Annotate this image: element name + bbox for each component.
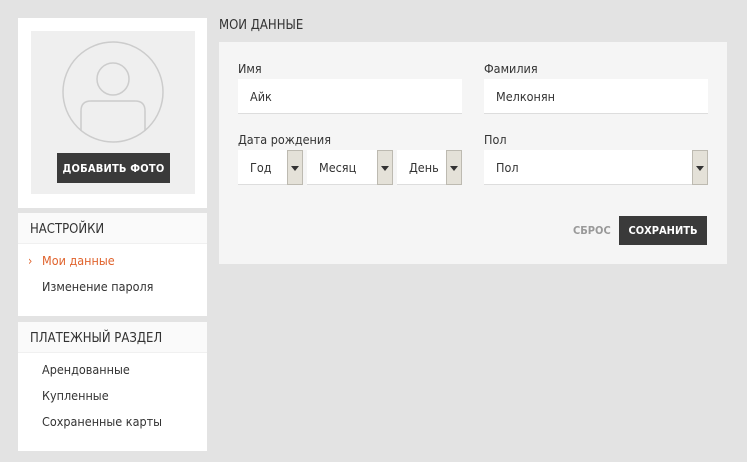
chevron-down-icon[interactable] [446, 150, 462, 185]
birth-date-label: Дата рождения [238, 132, 331, 147]
gender-value: Пол [496, 160, 519, 175]
birth-month-value: Месяц [319, 160, 357, 175]
settings-menu: НАСТРОЙКИ › Мои данные Изменение пароля [18, 213, 207, 316]
menu-item-label: Мои данные [42, 253, 115, 268]
chevron-down-icon[interactable] [692, 150, 708, 185]
chevron-right-icon: › [28, 254, 33, 268]
profile-photo-card: ДОБАВИТЬ ФОТО [18, 18, 207, 208]
menu-item-my-data[interactable]: › Мои данные [18, 251, 207, 277]
payments-menu: ПЛАТЕЖНЫЙ РАЗДЕЛ Арендованные Купленные … [18, 322, 207, 451]
birth-day-select[interactable]: День [397, 150, 462, 185]
settings-menu-title: НАСТРОЙКИ [18, 213, 207, 244]
payments-menu-title: ПЛАТЕЖНЫЙ РАЗДЕЛ [18, 322, 207, 353]
gender-select[interactable]: Пол [484, 150, 708, 185]
save-button[interactable]: СОХРАНИТЬ [619, 216, 707, 245]
menu-item-label: Арендованные [42, 362, 130, 377]
first-name-field[interactable]: Айк [238, 79, 462, 114]
sidebar: ДОБАВИТЬ ФОТО НАСТРОЙКИ › Мои данные Изм… [18, 18, 207, 451]
add-photo-button[interactable]: ДОБАВИТЬ ФОТО [57, 153, 170, 183]
chevron-down-icon[interactable] [377, 150, 393, 185]
birth-month-select[interactable]: Месяц [307, 150, 393, 185]
birth-day-value: День [409, 160, 439, 175]
menu-item-saved-cards[interactable]: Сохраненные карты [18, 412, 207, 438]
profile-form: Имя Айк Фамилия Мелконян Дата рождения Г… [219, 42, 727, 264]
last-name-field[interactable]: Мелконян [484, 79, 708, 114]
menu-item-purchased[interactable]: Купленные [18, 386, 207, 412]
menu-item-label: Купленные [42, 388, 109, 403]
menu-item-rented[interactable]: Арендованные [18, 360, 207, 386]
birth-year-select[interactable]: Год [238, 150, 303, 185]
menu-item-label: Сохраненные карты [42, 414, 163, 429]
gender-label: Пол [484, 132, 507, 147]
photo-placeholder: ДОБАВИТЬ ФОТО [31, 31, 195, 194]
page-title: МОИ ДАННЫЕ [219, 18, 304, 33]
reset-button[interactable]: СБРОС [573, 224, 611, 237]
user-avatar-icon [62, 41, 164, 143]
first-name-label: Имя [238, 61, 262, 76]
chevron-down-icon[interactable] [287, 150, 303, 185]
birth-year-value: Год [250, 160, 272, 175]
last-name-label: Фамилия [484, 61, 538, 76]
menu-item-label: Изменение пароля [42, 279, 154, 294]
menu-item-change-password[interactable]: Изменение пароля [18, 277, 207, 303]
main-content: МОИ ДАННЫЕ Имя Айк Фамилия Мелконян Дата… [219, 18, 727, 264]
